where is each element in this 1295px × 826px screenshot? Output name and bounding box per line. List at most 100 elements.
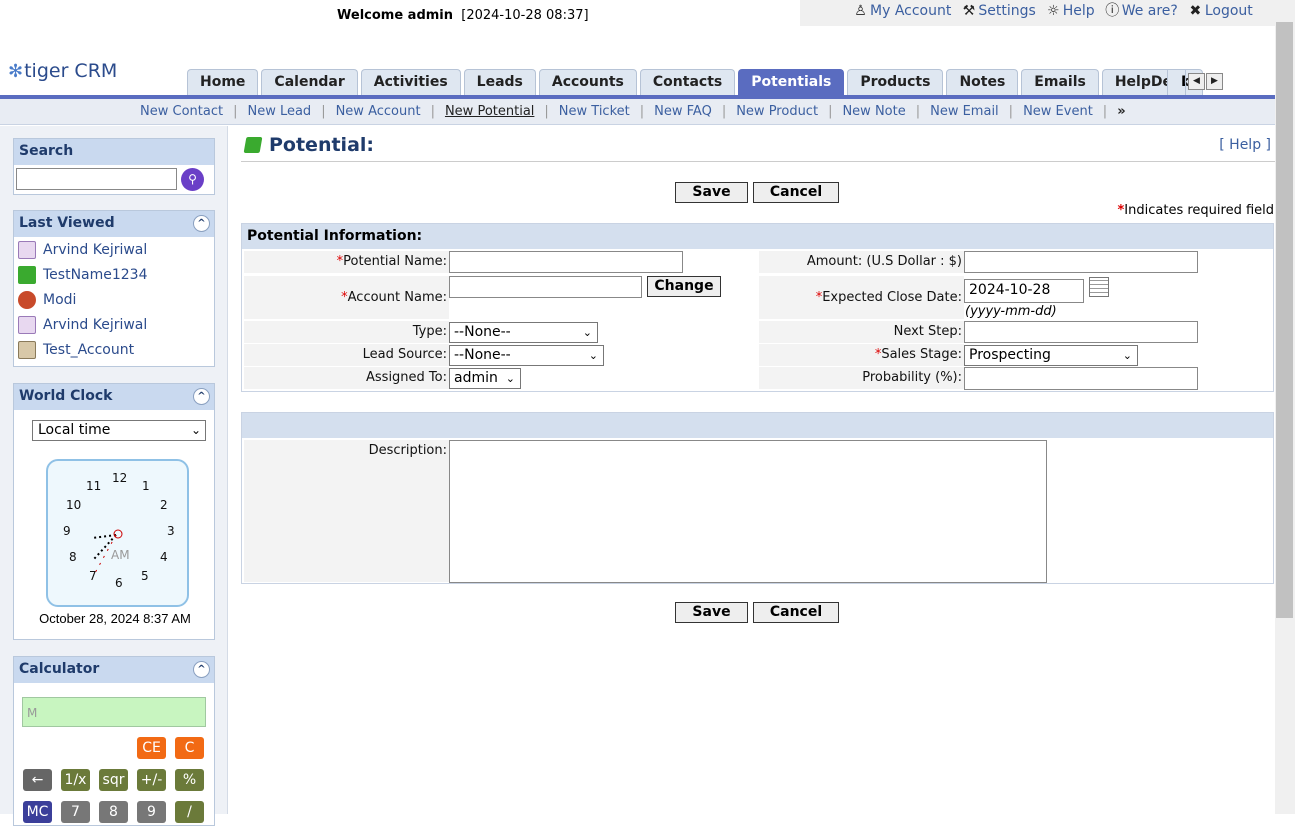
collapse-icon[interactable]: ^ [193, 388, 210, 405]
next-step-label: Next Step: [759, 321, 964, 343]
left-sidebar: Search ⚲ Last Viewed ^ Arvind Kejriwal T… [0, 126, 228, 826]
calc-ce-button[interactable]: CE [137, 737, 166, 759]
save-button-bottom[interactable]: Save [675, 602, 748, 623]
tab-activities[interactable]: Activities [360, 69, 461, 95]
assigned-to-label: Assigned To: [244, 367, 449, 389]
lead-source-select[interactable]: --None-- ⌄ [449, 345, 604, 366]
vtiger-logo[interactable]: ✻tiger CRM [8, 60, 117, 82]
more-links-icon[interactable]: » [1117, 104, 1125, 119]
search-title: Search [14, 139, 214, 165]
new-potential-link[interactable]: New Potential [445, 104, 534, 119]
probability-input[interactable] [964, 367, 1198, 390]
my-account-link[interactable]: ♙ My Account [853, 3, 951, 19]
new-faq-link[interactable]: New FAQ [654, 104, 712, 119]
new-email-link[interactable]: New Email [930, 104, 999, 119]
description-label: Description: [244, 440, 449, 582]
tab-potentials[interactable]: Potentials [738, 69, 845, 95]
date-format-hint: (yyyy-mm-dd) [965, 304, 1057, 319]
description-section-header [242, 413, 1273, 438]
last-viewed-item[interactable]: TestName1234 [14, 262, 214, 287]
we-are-link[interactable]: ⓘ We are? [1105, 3, 1178, 19]
tools-icon: ⚒ [962, 2, 976, 19]
chevron-down-icon: ⌄ [1122, 349, 1132, 362]
timezone-select[interactable]: Local time ⌄ [32, 420, 206, 441]
clock-hands [91, 529, 123, 574]
change-account-button[interactable]: Change [647, 276, 721, 297]
calc-divide-button[interactable]: / [175, 801, 204, 823]
calc-9-button[interactable]: 9 [137, 801, 166, 823]
calc-percent-button[interactable]: % [175, 769, 204, 791]
calc-mc-button[interactable]: MC [23, 801, 52, 823]
calc-backspace-button[interactable]: ← [23, 769, 52, 791]
last-viewed-item[interactable]: Arvind Kejriwal [14, 312, 214, 337]
new-contact-link[interactable]: New Contact [140, 104, 223, 119]
tab-calendar[interactable]: Calendar [261, 69, 358, 95]
person-icon: ♙ [854, 2, 867, 19]
tab-accounts[interactable]: Accounts [538, 69, 637, 95]
tab-scroll-left-icon[interactable]: ◀ [1188, 73, 1205, 90]
new-account-link[interactable]: New Account [336, 104, 421, 119]
main-tabs: Home Calendar Activities Leads Accounts … [187, 69, 1206, 95]
tab-home[interactable]: Home [187, 69, 259, 95]
assigned-to-select[interactable]: admin ⌄ [449, 368, 521, 389]
sales-stage-select[interactable]: Prospecting ⌄ [964, 345, 1138, 366]
section-title: Potential Information: [242, 224, 1273, 249]
welcome-text: Welcome admin [2024-10-28 08:37] [337, 8, 589, 23]
new-product-link[interactable]: New Product [736, 104, 818, 119]
search-box: Search ⚲ [13, 138, 215, 195]
paw-icon: ✻ [8, 61, 24, 82]
type-select[interactable]: --None-- ⌄ [449, 322, 598, 343]
tab-emails[interactable]: Emails [1021, 69, 1099, 95]
collapse-icon[interactable]: ^ [193, 661, 210, 678]
calculator-display[interactable]: M [22, 697, 206, 727]
cancel-button[interactable]: Cancel [753, 182, 839, 203]
next-step-input[interactable] [964, 321, 1198, 343]
account-icon [18, 340, 36, 359]
collapse-icon[interactable]: ^ [193, 215, 210, 232]
sales-stage-label: *Sales Stage: [759, 344, 964, 366]
calc-inverse-button[interactable]: 1/x [61, 769, 90, 791]
analog-clock: 12 1 2 3 4 5 6 7 8 9 10 11 AM [46, 459, 189, 607]
calc-7-button[interactable]: 7 [61, 801, 90, 823]
new-lead-link[interactable]: New Lead [247, 104, 311, 119]
calc-8-button[interactable]: 8 [99, 801, 128, 823]
calc-sqr-button[interactable]: sqr [99, 769, 128, 791]
search-input[interactable] [16, 168, 177, 190]
new-ticket-link[interactable]: New Ticket [559, 104, 630, 119]
type-label: Type: [244, 321, 449, 343]
search-icon[interactable]: ⚲ [181, 168, 204, 191]
calendar-icon[interactable] [1089, 277, 1109, 297]
tab-leads[interactable]: Leads [463, 69, 536, 95]
calc-c-button[interactable]: C [175, 737, 204, 759]
chevron-down-icon: ⌄ [588, 349, 598, 362]
quick-create-bar: New Contact | New Lead | New Account | New … [0, 99, 1275, 125]
potential-icon [243, 137, 263, 153]
last-viewed-item[interactable]: Modi [14, 287, 214, 312]
help-link[interactable]: [ Help ] [1219, 137, 1271, 153]
help-link[interactable]: ☼ Help [1046, 3, 1095, 19]
tab-notes[interactable]: Notes [946, 69, 1019, 95]
calc-negate-button[interactable]: +/- [137, 769, 166, 791]
world-clock-box: World Clock ^ Local time ⌄ 12 1 2 3 4 5 6… [13, 383, 215, 640]
new-note-link[interactable]: New Note [842, 104, 905, 119]
logout-link[interactable]: ✖ Logout [1188, 3, 1252, 19]
tab-products[interactable]: Products [847, 69, 944, 95]
new-event-link[interactable]: New Event [1023, 104, 1093, 119]
description-textarea[interactable] [449, 440, 1047, 583]
tab-scroll-right-icon[interactable]: ▶ [1206, 73, 1223, 90]
potential-icon [18, 265, 36, 284]
amount-input[interactable] [964, 251, 1198, 273]
scrollbar-thumb[interactable] [1276, 22, 1293, 618]
tab-clipped[interactable]: D [1167, 69, 1186, 95]
cancel-button-bottom[interactable]: Cancel [753, 602, 839, 623]
expected-close-date-input[interactable]: 2024-10-28 [964, 279, 1084, 303]
tab-contacts[interactable]: Contacts [639, 69, 736, 95]
settings-link[interactable]: ⚒ Settings [961, 2, 1036, 19]
potential-name-input[interactable] [449, 251, 683, 273]
last-viewed-item[interactable]: Test_Account [14, 337, 214, 362]
last-viewed-item[interactable]: Arvind Kejriwal [14, 237, 214, 262]
save-button[interactable]: Save [675, 182, 748, 203]
expected-close-date-label: *Expected Close Date: [759, 276, 964, 319]
account-name-label: *Account Name: [244, 276, 449, 319]
account-name-input[interactable] [449, 276, 642, 298]
